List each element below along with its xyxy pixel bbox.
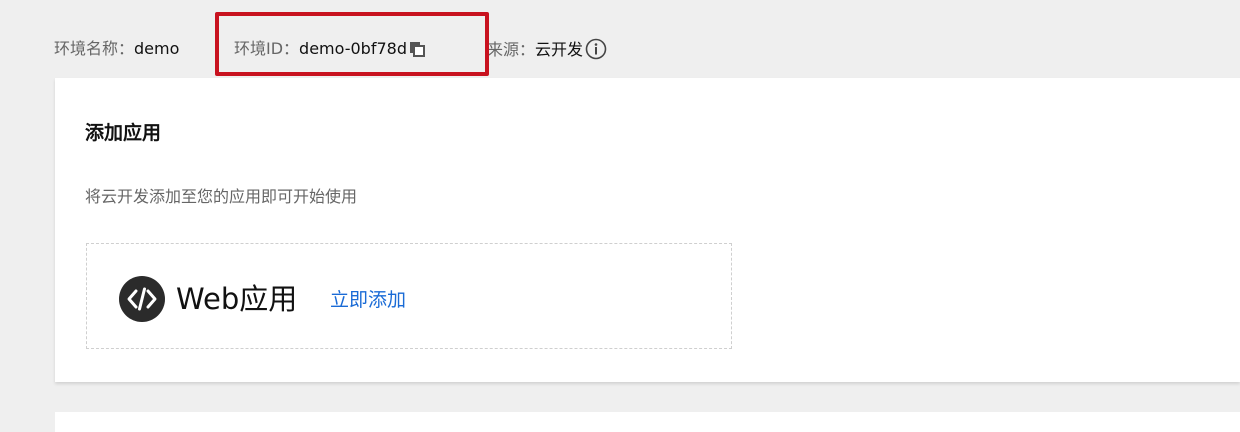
add-app-card: 添加应用 将云开发添加至您的应用即可开始使用 Web应用 立即添加 [55, 78, 1240, 382]
env-name-value: demo [134, 39, 180, 58]
card-title: 添加应用 [85, 122, 162, 144]
next-card-partial [55, 412, 1240, 432]
info-icon[interactable] [585, 38, 607, 60]
env-name-field: 环境名称：demo [54, 38, 179, 60]
code-icon [119, 276, 165, 322]
highlight-annotation-box [215, 12, 489, 76]
environment-info-bar: 环境名称：demo 环境ID：demo-0bf78d 来源：云开发 [0, 0, 1240, 78]
env-source-value: 云开发 [535, 40, 584, 59]
env-source-field: 来源：云开发 [487, 38, 607, 60]
web-app-option: Web应用 立即添加 [86, 243, 732, 349]
env-source-label: 来源： [487, 40, 536, 59]
web-app-name: Web应用 [176, 282, 298, 316]
add-web-app-link[interactable]: 立即添加 [330, 288, 406, 312]
card-description: 将云开发添加至您的应用即可开始使用 [85, 187, 358, 206]
env-name-label: 环境名称： [54, 39, 135, 58]
